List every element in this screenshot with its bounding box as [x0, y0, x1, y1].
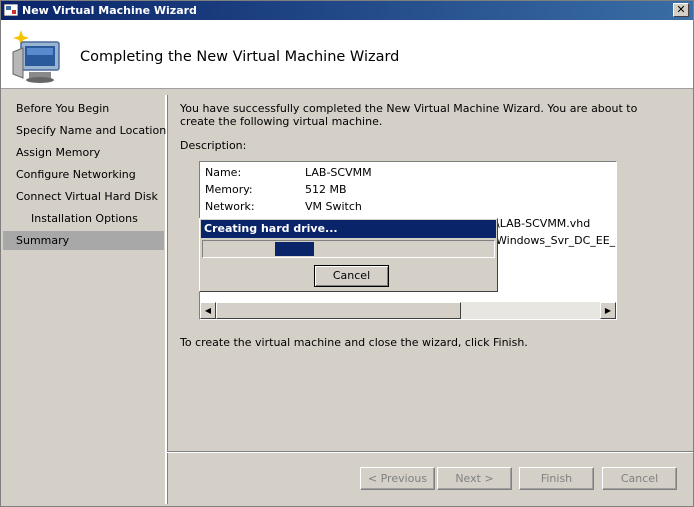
finish-instruction: To create the virtual machine and close …: [180, 336, 528, 349]
progress-title: Creating hard drive...: [201, 220, 496, 238]
progress-chunk: [275, 242, 314, 256]
bottom-divider: [167, 451, 693, 453]
title-bar[interactable]: New Virtual Machine Wizard ✕: [1, 1, 693, 20]
page-title: Completing the New Virtual Machine Wizar…: [80, 49, 400, 65]
vhd-path-fragment: \LAB-SCVMM.vhd: [496, 217, 591, 230]
iso-path-fragment: Windows_Svr_DC_EE_SE: [496, 234, 617, 247]
nav-item-specify-name-location[interactable]: Specify Name and Location: [3, 121, 166, 140]
close-button[interactable]: ✕: [673, 3, 689, 17]
wizard-steps-nav: Before You Begin Specify Name and Locati…: [3, 95, 167, 504]
vm-wizard-icon: [4, 4, 18, 16]
nav-item-summary[interactable]: Summary: [3, 231, 164, 250]
description-value: 512 MB: [305, 183, 347, 196]
nav-item-assign-memory[interactable]: Assign Memory: [3, 143, 164, 162]
previous-button[interactable]: < Previous: [360, 467, 435, 490]
wizard-window: New Virtual Machine Wizard ✕ Completing …: [0, 0, 694, 507]
nav-item-installation-options[interactable]: Installation Options: [3, 209, 164, 228]
description-key: Name:: [205, 166, 242, 179]
next-button[interactable]: Next >: [437, 467, 512, 490]
cancel-button[interactable]: Cancel: [602, 467, 677, 490]
nav-item-configure-networking[interactable]: Configure Networking: [3, 165, 164, 184]
nav-item-connect-virtual-hard-disk[interactable]: Connect Virtual Hard Disk: [3, 187, 164, 206]
description-value: VM Switch: [305, 200, 362, 213]
close-icon: ✕: [676, 3, 686, 16]
nav-item-before-you-begin[interactable]: Before You Begin: [3, 99, 164, 118]
finish-button[interactable]: Finish: [519, 467, 594, 490]
horizontal-scrollbar[interactable]: ◀ ▶: [200, 302, 616, 319]
scroll-left-button[interactable]: ◀: [200, 302, 216, 319]
description-label: Description:: [180, 139, 247, 152]
description-key: Memory:: [205, 183, 253, 196]
summary-intro-text: You have successfully completed the New …: [180, 102, 638, 128]
description-value: LAB-SCVMM: [305, 166, 372, 179]
progress-dialog: Creating hard drive... Cancel: [199, 218, 498, 292]
progress-cancel-button[interactable]: Cancel: [314, 265, 389, 287]
wizard-header: Completing the New Virtual Machine Wizar…: [1, 20, 693, 89]
scrollbar-thumb[interactable]: [216, 302, 461, 319]
description-key: Network:: [205, 200, 255, 213]
computer-sparkle-icon: [12, 30, 60, 83]
window-title: New Virtual Machine Wizard: [22, 4, 197, 17]
progress-bar: [202, 240, 495, 258]
scroll-right-button[interactable]: ▶: [600, 302, 616, 319]
